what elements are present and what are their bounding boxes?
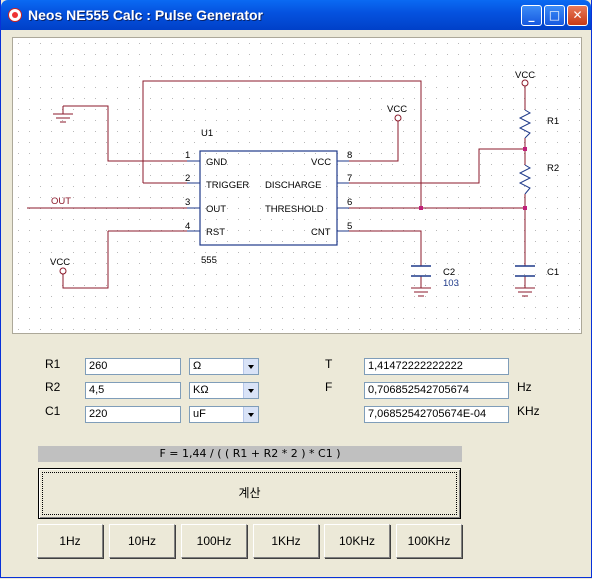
c1-label: C1: [547, 267, 559, 278]
pin-number: 1: [185, 150, 190, 161]
vcc-label: VCC: [50, 257, 70, 268]
vcc-terminal-icon: [59, 267, 67, 275]
f-output[interactable]: 0,706852542705674: [364, 382, 509, 399]
maximize-button[interactable]: □: [544, 5, 565, 26]
formula-text: F = 1,44 / ( ( R1 + R2 * 2 ) * C1 ): [38, 446, 462, 462]
pin-label: OUT: [206, 204, 226, 215]
calculate-button[interactable]: 계산: [38, 468, 461, 519]
preset-10khz-button[interactable]: 10KHz: [324, 524, 390, 558]
f-label: F: [325, 380, 333, 394]
c2-label: C2: [443, 267, 455, 278]
pin-number: 6: [347, 197, 352, 208]
r2-label: R2: [45, 380, 61, 394]
c1-label: C1: [45, 404, 61, 418]
pin-label: DISCHARGE: [265, 180, 321, 191]
chevron-down-icon[interactable]: [243, 383, 258, 398]
f-unit-label: Hz: [517, 380, 532, 394]
window-title: Neos NE555 Calc : Pulse Generator: [28, 7, 263, 23]
r1-unit-select[interactable]: Ω: [189, 358, 259, 375]
close-button[interactable]: ✕: [567, 5, 588, 26]
vcc-label: VCC: [515, 70, 535, 81]
main-window: Neos NE555 Calc : Pulse Generator _ □ ✕: [0, 0, 592, 578]
preset-1hz-button[interactable]: 1Hz: [37, 524, 103, 558]
c2-value: 103: [443, 278, 459, 289]
app-icon: [8, 8, 22, 22]
c1-unit-select[interactable]: uF: [189, 406, 259, 423]
preset-1khz-button[interactable]: 1KHz: [253, 524, 319, 558]
r2-unit-value: KΩ: [193, 384, 209, 396]
pin-label: CNT: [311, 227, 331, 238]
pin-number: 7: [347, 173, 352, 184]
chip-name: U1: [201, 128, 213, 139]
pin-label: GND: [206, 157, 227, 168]
c1-input[interactable]: 220: [85, 406, 181, 423]
r1-input[interactable]: 260: [85, 358, 181, 375]
schematic-panel: U1 555 1 GND 2 TRIGGER 3 OUT 4 RST 8 VCC…: [12, 37, 582, 334]
pin-number: 8: [347, 150, 352, 161]
focus-rect: [42, 472, 457, 515]
vcc-terminal-icon: [394, 114, 402, 122]
preset-100hz-button[interactable]: 100Hz: [181, 524, 247, 558]
preset-100khz-button[interactable]: 100KHz: [396, 524, 462, 558]
pin-number: 2: [185, 173, 190, 184]
pin-number: 5: [347, 221, 352, 232]
chevron-down-icon[interactable]: [243, 407, 258, 422]
r2-input[interactable]: 4,5: [85, 382, 181, 399]
r1-label: R1: [45, 357, 61, 371]
r1-unit-value: Ω: [193, 360, 202, 372]
schematic-diagram: U1 555 1 GND 2 TRIGGER 3 OUT 4 RST 8 VCC…: [13, 38, 581, 333]
t-label: T: [325, 357, 333, 371]
r2-unit-select[interactable]: KΩ: [189, 382, 259, 399]
chip-part: 555: [201, 255, 217, 266]
out-label: OUT: [51, 196, 71, 207]
r2-label: R2: [547, 163, 559, 174]
pin-label: RST: [206, 227, 225, 238]
c1-unit-value: uF: [193, 408, 206, 420]
preset-10hz-button[interactable]: 10Hz: [109, 524, 175, 558]
pin-label: TRIGGER: [206, 180, 249, 191]
title-bar[interactable]: Neos NE555 Calc : Pulse Generator _ □ ✕: [1, 0, 591, 30]
pin-label: THRESHOLD: [265, 204, 324, 215]
fk-output[interactable]: 7,06852542705674E-04: [364, 406, 509, 423]
minimize-button[interactable]: _: [521, 5, 542, 26]
pin-number: 4: [185, 221, 190, 232]
pin-number: 3: [185, 197, 190, 208]
vcc-label: VCC: [387, 104, 407, 115]
t-output[interactable]: 1,41472222222222: [364, 358, 509, 375]
fk-unit-label: KHz: [517, 404, 540, 418]
chevron-down-icon[interactable]: [243, 359, 258, 374]
pin-label: VCC: [311, 157, 331, 168]
r1-label: R1: [547, 116, 559, 127]
